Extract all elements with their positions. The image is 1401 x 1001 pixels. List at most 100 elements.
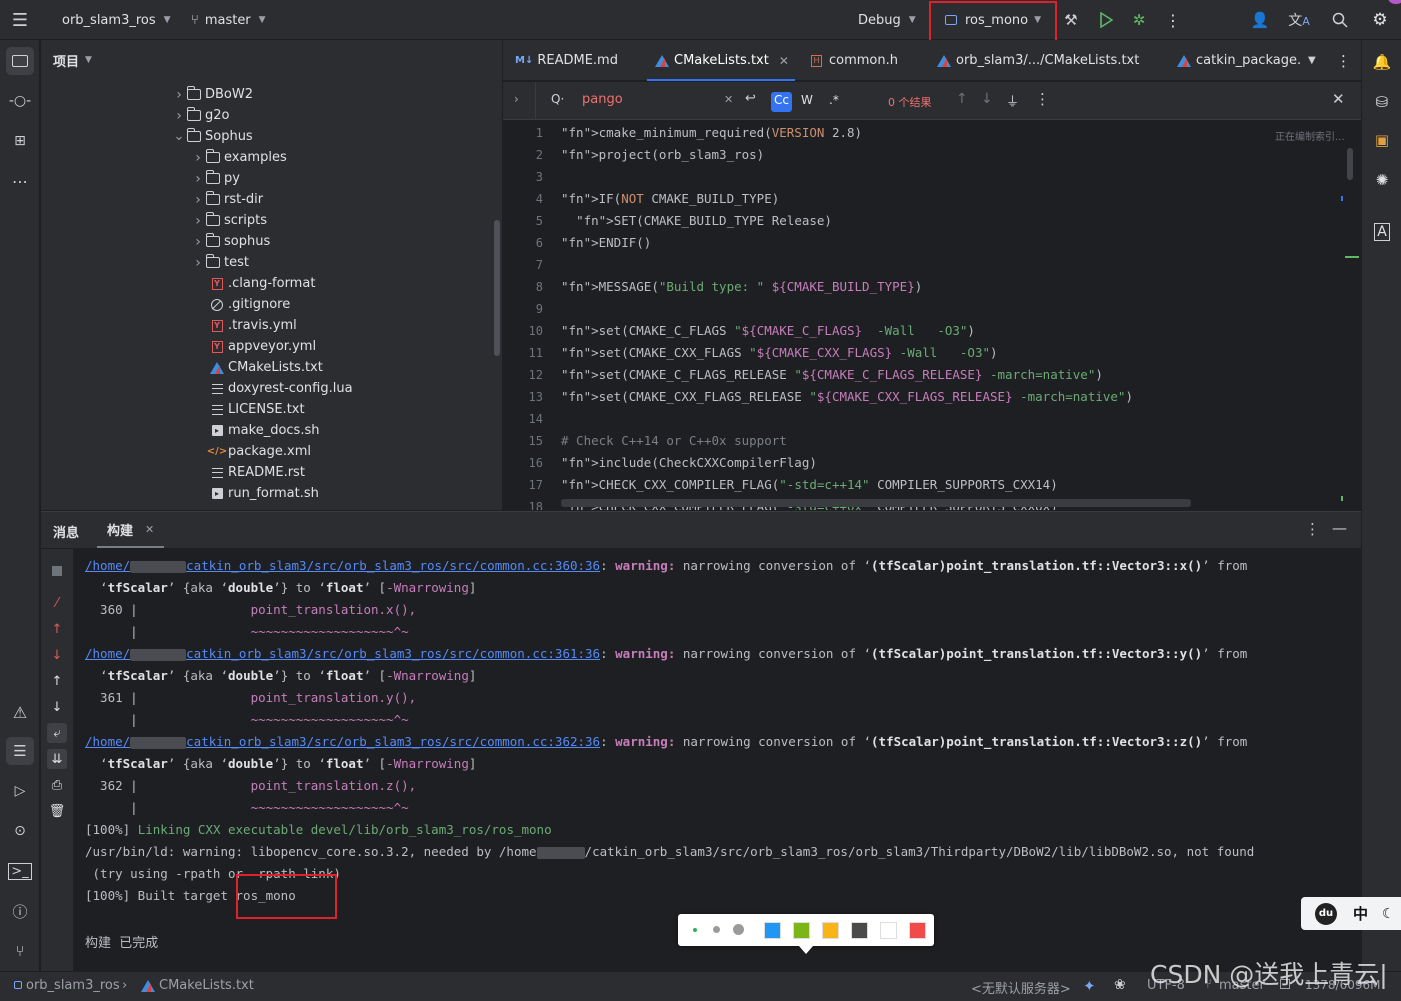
color-swatch[interactable] bbox=[822, 922, 839, 939]
prev-error-button[interactable]: ↑ bbox=[47, 619, 67, 639]
code-line[interactable]: "fn">set(CMAKE_CXX_FLAGS_RELEASE "${CMAK… bbox=[561, 389, 1133, 404]
project-tool-button[interactable] bbox=[6, 47, 34, 75]
tree-item-dbow2[interactable]: › DBoW2 bbox=[172, 84, 253, 105]
ime-moon-icon[interactable]: ☾ bbox=[1382, 906, 1395, 922]
next-error-button[interactable]: ↓ bbox=[47, 645, 67, 665]
clear-button[interactable]: ⁄ bbox=[47, 593, 67, 613]
services-tool-button[interactable]: ⊙ bbox=[6, 817, 34, 845]
chevron-right-icon[interactable]: › bbox=[191, 192, 205, 208]
pen-size-large[interactable] bbox=[733, 924, 744, 935]
more-vertical-icon[interactable]: ⋮ bbox=[1035, 90, 1050, 108]
code-line[interactable]: "fn">set(CMAKE_C_FLAGS "${CMAKE_C_FLAGS}… bbox=[561, 323, 975, 338]
chevron-right-icon[interactable]: › bbox=[191, 171, 205, 187]
pen-size-medium[interactable] bbox=[713, 926, 720, 933]
code-line[interactable]: "fn">set(CMAKE_CXX_FLAGS "${CMAKE_CXX_FL… bbox=[561, 345, 998, 360]
tree-item-sophus[interactable]: › sophus bbox=[191, 231, 270, 252]
code-line[interactable]: "fn">CHECK_CXX_COMPILER_FLAG("-std=c++14… bbox=[561, 477, 1058, 492]
tree-item-appveyor-yml[interactable]: Yappveyor.yml bbox=[209, 336, 316, 357]
soft-wrap-button[interactable]: ⤶ bbox=[47, 723, 67, 743]
tree-item-gitignore[interactable]: .gitignore bbox=[209, 294, 290, 315]
filter-icon[interactable]: ⏚ bbox=[1006, 91, 1019, 110]
search-history-icon[interactable]: Q· bbox=[551, 92, 564, 106]
tree-item-package-xml[interactable]: </> package.xml bbox=[207, 441, 311, 462]
tree-item-rst-dir[interactable]: › rst-dir bbox=[191, 189, 263, 210]
next-occurrence-button[interactable]: ↓ bbox=[47, 697, 67, 717]
close-icon[interactable]: ✕ bbox=[779, 54, 789, 68]
expand-replace-icon[interactable]: › bbox=[514, 92, 519, 106]
notifications-button[interactable]: 🔔 bbox=[1368, 48, 1396, 76]
stop-button[interactable] bbox=[47, 561, 67, 581]
commit-tool-button[interactable]: -○- bbox=[6, 87, 34, 115]
editor-scrollbar[interactable] bbox=[1347, 148, 1353, 180]
cmake-tool-button[interactable]: ⚠ bbox=[6, 698, 34, 726]
more-tools-button[interactable]: ⋯ bbox=[6, 167, 34, 195]
code-line[interactable]: "fn">SET(CMAKE_BUILD_TYPE Release) bbox=[561, 213, 832, 228]
search-input[interactable]: pango bbox=[582, 92, 623, 107]
prev-occurrence-button[interactable]: ↑ bbox=[47, 671, 67, 691]
terminal-tool-button[interactable]: >_ bbox=[6, 857, 34, 885]
whole-word-button[interactable]: W bbox=[801, 93, 813, 107]
color-swatch[interactable] bbox=[851, 922, 868, 939]
tree-item-cmakelists-txt[interactable]: CMakeLists.txt bbox=[209, 357, 323, 378]
code-line[interactable]: # Check C++14 or C++0x support bbox=[561, 433, 787, 448]
tree-item-license-txt[interactable]: LICENSE.txt bbox=[209, 399, 305, 420]
breadcrumb-file[interactable]: CMakeLists.txt bbox=[159, 978, 254, 993]
code-view[interactable]: 1 "fn">cmake_minimum_required(VERSION 2.8… bbox=[503, 121, 1361, 510]
match-case-button[interactable]: Cc bbox=[771, 92, 792, 112]
tab-list-button[interactable]: ▼ bbox=[1308, 40, 1316, 81]
messages-tool-button[interactable]: ☰ bbox=[6, 737, 34, 765]
tree-item-scripts[interactable]: › scripts bbox=[191, 210, 267, 231]
tab-messages[interactable]: 消息 bbox=[53, 522, 79, 541]
more-vertical-icon[interactable]: ⋮ bbox=[1305, 520, 1320, 538]
branch-selector[interactable]: ⑂ master ▼ bbox=[191, 0, 266, 40]
build-config-selector[interactable]: Debug ▼ bbox=[858, 0, 916, 40]
tree-item-g2o[interactable]: › g2o bbox=[172, 105, 229, 126]
chevron-right-icon[interactable]: › bbox=[191, 150, 205, 166]
structure-tool-button[interactable]: ⊞ bbox=[6, 127, 34, 155]
project-selector[interactable]: orb_slam3_ros ▼ bbox=[62, 0, 171, 40]
tab-build[interactable]: 构建 ✕ bbox=[97, 512, 165, 548]
server-selector[interactable]: <无默认服务器> bbox=[971, 978, 1071, 997]
tree-item-clang-format[interactable]: Y .clang-format bbox=[209, 273, 315, 294]
chevron-right-icon[interactable]: › bbox=[172, 87, 186, 103]
scroll-to-end-button[interactable]: ⇊ bbox=[47, 749, 67, 769]
run-tool-button[interactable]: ▷ bbox=[6, 777, 34, 805]
add-user-button[interactable]: 👤 bbox=[1250, 0, 1270, 40]
translate-button[interactable]: 文A bbox=[1288, 0, 1310, 40]
ai-assistant-button[interactable]: ✺ bbox=[1368, 166, 1396, 194]
regex-button[interactable]: .* bbox=[829, 93, 839, 107]
git-tool-button[interactable]: ⑂ bbox=[6, 937, 34, 965]
breadcrumb-project[interactable]: orb_slam3_ros bbox=[26, 978, 120, 993]
file-link[interactable]: /home/catkin_orb_slam3/src/orb_slam3_ros… bbox=[85, 558, 600, 573]
new-line-icon[interactable]: ↩ bbox=[745, 91, 756, 106]
tab-orbslam3-cmakelists[interactable]: orb_slam3/.../CMakeLists.txt bbox=[937, 40, 1139, 81]
problems-tool-button[interactable]: ⓘ bbox=[6, 897, 34, 925]
pen-size-small[interactable] bbox=[693, 928, 697, 932]
ime-language[interactable]: 中 bbox=[1353, 903, 1368, 924]
code-line[interactable]: "fn">ENDIF() bbox=[561, 235, 651, 250]
tree-item-sophus[interactable]: ⌄ Sophus bbox=[172, 126, 253, 147]
code-line[interactable]: "fn">project(orb_slam3_ros) bbox=[561, 147, 764, 162]
editor-tab-options[interactable]: ⋮ bbox=[1336, 40, 1351, 81]
file-link[interactable]: /home/catkin_orb_slam3/src/orb_slam3_ros… bbox=[85, 734, 600, 749]
close-icon[interactable]: ✕ bbox=[145, 523, 154, 536]
project-panel-header[interactable]: 项目 ▼ bbox=[41, 40, 502, 80]
assistant-button[interactable]: A bbox=[1368, 218, 1396, 246]
code-line[interactable]: "fn">set(CMAKE_C_FLAGS_RELEASE "${CMAKE_… bbox=[561, 367, 1103, 382]
tab-readme[interactable]: M↓ README.md bbox=[515, 40, 618, 81]
tab-cmakelists[interactable]: CMakeLists.txt ✕ bbox=[647, 40, 795, 81]
code-line[interactable]: "fn">cmake_minimum_required(VERSION 2.8) bbox=[561, 125, 862, 140]
debug-button[interactable]: ✲ bbox=[1130, 0, 1148, 40]
tree-item-examples[interactable]: › examples bbox=[191, 147, 287, 168]
main-menu-button[interactable]: ☰ bbox=[8, 0, 32, 40]
plugin-button[interactable]: ▣ bbox=[1368, 126, 1396, 154]
tree-item-travis-yml[interactable]: Y .travis.yml bbox=[209, 315, 297, 336]
more-actions-button[interactable]: ⋮ bbox=[1165, 0, 1181, 40]
tree-item-make-docs-sh[interactable]: ▸ make_docs.sh bbox=[209, 420, 319, 441]
previous-occurrence-icon[interactable]: ↑ bbox=[956, 91, 968, 107]
chevron-right-icon[interactable]: › bbox=[172, 108, 186, 124]
tree-item-readme-rst[interactable]: README.rst bbox=[209, 462, 305, 483]
tree-item-test[interactable]: › test bbox=[191, 252, 249, 273]
search-everywhere-button[interactable] bbox=[1330, 0, 1350, 40]
print-button[interactable]: ⎙ bbox=[47, 775, 67, 795]
